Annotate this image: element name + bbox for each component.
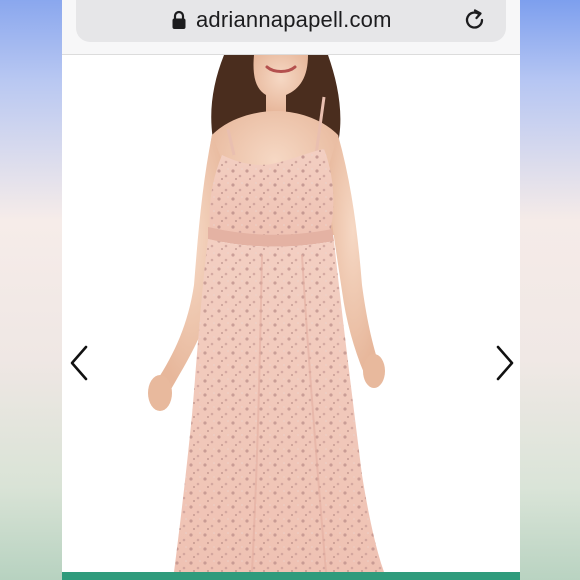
blurred-background-right [520,0,580,580]
reload-icon[interactable] [462,7,488,33]
chevron-left-icon[interactable] [66,343,94,383]
browser-toolbar: adriannapapell.com [62,0,520,55]
dress-model-illustration [148,55,385,572]
chevron-right-icon[interactable] [490,343,518,383]
product-image[interactable] [62,55,520,572]
bottom-accent-bar [62,572,520,580]
url-text[interactable]: adriannapapell.com [196,7,392,33]
phone-screen: adriannapapell.com [62,0,520,580]
blurred-background-left [0,0,62,580]
lock-icon [172,10,186,29]
address-bar[interactable]: adriannapapell.com [76,0,506,42]
